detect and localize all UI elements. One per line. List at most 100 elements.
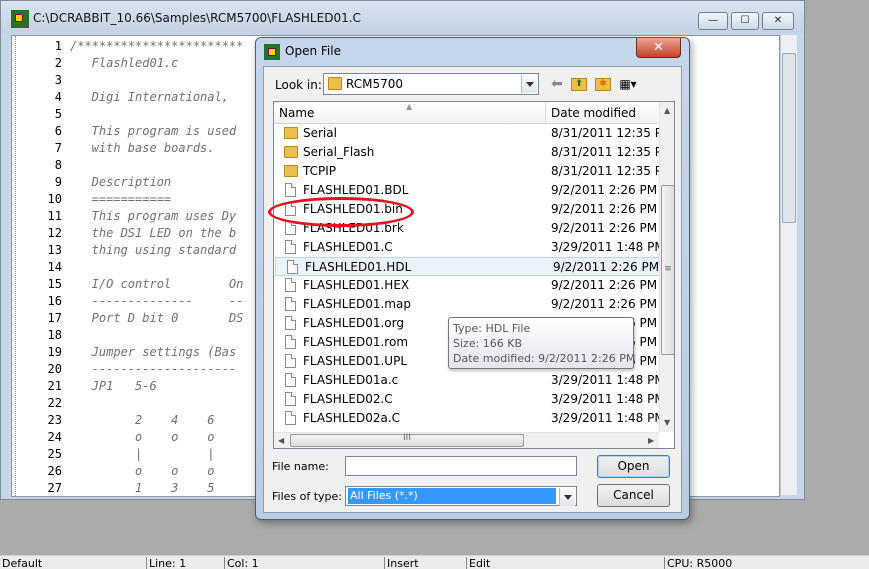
tooltip-size: Size: 166 KB <box>453 337 523 350</box>
file-name: FLASHLED01a.c <box>303 373 399 387</box>
file-name: FLASHLED01.map <box>303 297 411 311</box>
file-name: Serial <box>303 126 337 140</box>
column-date-label: Date modified <box>551 106 637 120</box>
dialog-app-icon <box>264 44 280 60</box>
line-number: 23 <box>47 413 62 427</box>
new-folder-icon[interactable]: ✱ <box>595 78 611 91</box>
line-number: 25 <box>47 447 62 461</box>
line-number: 22 <box>47 396 62 410</box>
view-menu-icon[interactable]: ▦▾ <box>616 75 640 93</box>
scroll-down-icon[interactable]: ▼ <box>664 418 670 427</box>
line-number: 15 <box>47 277 62 291</box>
file-row[interactable]: FLASHLED01.C 3/29/2011 1:48 PM <box>274 238 665 257</box>
column-header-name[interactable]: Name ▲ <box>274 102 546 123</box>
folder-up-icon[interactable]: ⬆ <box>571 78 587 91</box>
file-list-hscroll-thumb[interactable]: III <box>290 433 524 447</box>
file-row[interactable]: FLASHLED01.HEX 9/2/2011 2:26 PM <box>274 276 658 295</box>
code-text: Jumper settings (Bas <box>70 345 237 359</box>
status-edit: Edit <box>466 557 665 569</box>
minimize-button[interactable]: — <box>698 12 728 30</box>
cancel-button[interactable]: Cancel <box>597 484 670 507</box>
code-text: o o o <box>70 430 215 444</box>
code-text: -------------- -- <box>70 294 244 308</box>
file-row[interactable]: FLASHLED01.map 9/2/2011 2:26 PM <box>274 295 658 314</box>
line-number: 14 <box>47 260 62 274</box>
chevron-down-icon[interactable] <box>559 488 575 506</box>
file-name-label: File name: <box>272 460 329 473</box>
column-header-date[interactable]: Date modified <box>546 102 658 123</box>
files-of-type-dropdown[interactable]: All Files (*.*) <box>345 486 577 506</box>
code-text: | | <box>70 447 215 461</box>
scroll-right-icon[interactable]: ▶ <box>648 436 654 445</box>
maximize-button[interactable]: ☐ <box>731 12 759 30</box>
file-name: FLASHLED01.HEX <box>303 278 410 292</box>
editor-titlebar[interactable]: C:\DCRABBIT_10.66\Samples\RCM5700\FLASHL… <box>1 1 804 33</box>
file-date-modified: 9/2/2011 2:26 PM <box>551 297 658 311</box>
file-icon <box>285 373 296 387</box>
editor-scroll-thumb[interactable] <box>782 53 796 223</box>
code-text: Flashled01.c <box>70 56 179 70</box>
folder-icon <box>284 146 298 158</box>
line-number: 13 <box>47 243 62 257</box>
file-row[interactable]: FLASHLED01a.c 3/29/2011 1:48 PM <box>274 371 665 390</box>
file-date-modified: 3/29/2011 1:48 PM <box>551 411 665 425</box>
scroll-left-icon[interactable]: ◀ <box>278 436 284 445</box>
look-in-label: Look in: <box>275 78 322 92</box>
file-name: FLASHLED01.org <box>303 316 404 330</box>
file-name: FLASHLED01.BDL <box>303 183 409 197</box>
editor-vertical-scrollbar[interactable] <box>780 35 797 495</box>
dialog-close-button[interactable]: ✕ <box>636 38 681 58</box>
status-col: Col: 1 <box>224 557 385 569</box>
close-icon: ✕ <box>773 15 783 26</box>
code-text: This program uses Dy <box>70 209 237 223</box>
file-name: FLASHLED01.C <box>303 240 393 254</box>
status-bar: Default Line: 1 Col: 1 Insert Edit CPU: … <box>0 555 869 569</box>
line-number: 20 <box>47 362 62 376</box>
line-number: 2 <box>54 56 62 70</box>
file-icon <box>285 316 296 330</box>
file-date-modified: 9/2/2011 2:26 PM <box>551 183 658 197</box>
line-number: 9 <box>54 175 62 189</box>
folder-row[interactable]: Serial_Flash 8/31/2011 12:35 PM <box>274 143 672 162</box>
chevron-down-icon[interactable] <box>521 75 537 93</box>
sort-arrow-icon: ▲ <box>406 102 413 111</box>
tooltip-date-modified: Date modified: 9/2/2011 2:26 PM <box>453 352 636 365</box>
grip-icon: ≡ <box>664 264 672 274</box>
line-number: 18 <box>47 328 62 342</box>
open-button[interactable]: Open <box>597 455 670 478</box>
code-text: Port D bit 0 DS <box>70 311 244 325</box>
file-list[interactable]: Name ▲ Date modified Serial 8/31/2011 12:… <box>273 101 675 449</box>
minimize-icon: — <box>708 15 718 26</box>
line-number: 7 <box>54 141 62 155</box>
file-row[interactable]: FLASHLED01.HDL 9/2/2011 2:26 PM <box>275 257 663 276</box>
file-icon <box>285 392 296 406</box>
back-arrow-icon[interactable]: ⬅ <box>548 75 566 93</box>
code-text: Digi International, <box>70 90 237 104</box>
line-number: 5 <box>54 107 62 121</box>
close-button[interactable]: ✕ <box>762 12 794 30</box>
folder-row[interactable]: Serial 8/31/2011 12:35 PM <box>274 124 672 143</box>
look-in-value: RCM5700 <box>346 77 404 91</box>
file-row[interactable]: FLASHLED02a.C 3/29/2011 1:48 PM <box>274 409 665 428</box>
file-list-horizontal-scrollbar[interactable]: ◀ III ▶ <box>274 432 659 448</box>
file-list-vertical-scrollbar[interactable]: ▲ ≡ ▼ <box>659 102 674 432</box>
look-in-dropdown[interactable]: RCM5700 <box>323 73 539 95</box>
file-name-input[interactable] <box>345 456 577 476</box>
file-list-scroll-thumb[interactable]: ≡ <box>661 185 674 355</box>
line-number: 16 <box>47 294 62 308</box>
line-number: 10 <box>47 192 62 206</box>
code-text: Description <box>70 175 172 189</box>
file-name: Serial_Flash <box>303 145 375 159</box>
files-of-type-label: Files of type: <box>272 490 343 503</box>
line-number: 11 <box>47 209 62 223</box>
file-icon <box>285 278 296 292</box>
line-number: 1 <box>54 39 62 53</box>
folder-row[interactable]: TCPIP 8/31/2011 12:35 PM <box>274 162 672 181</box>
file-name: FLASHLED02a.C <box>303 411 401 425</box>
scroll-up-icon[interactable]: ▲ <box>664 106 670 115</box>
file-row[interactable]: FLASHLED02.C 3/29/2011 1:48 PM <box>274 390 665 409</box>
editor-title: C:\DCRABBIT_10.66\Samples\RCM5700\FLASHL… <box>33 11 361 25</box>
file-name: FLASHLED01.UPL <box>303 354 408 368</box>
line-number: 24 <box>47 430 62 444</box>
file-date-modified: 9/2/2011 2:26 PM <box>551 278 658 292</box>
